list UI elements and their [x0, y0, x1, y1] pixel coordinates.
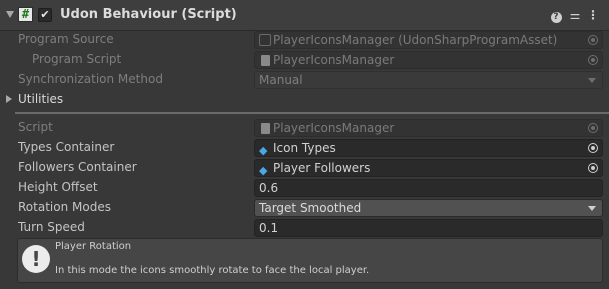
followers-container-label: Followers Container: [18, 160, 137, 174]
program-source-value: PlayerIconsManager (UdonSharpProgramAsse…: [273, 33, 558, 47]
object-picker-icon: [588, 55, 598, 65]
gameobject-cube-icon: ◆: [259, 164, 268, 177]
types-container-label: Types Container: [18, 140, 115, 154]
utilities-foldout[interactable]: Utilities: [0, 90, 609, 110]
utilities-label[interactable]: Utilities: [18, 92, 63, 106]
script-field: PlayerIconsManager: [254, 119, 603, 137]
height-offset-label: Height Offset: [18, 180, 98, 194]
turn-speed-value: 0.1: [259, 221, 279, 235]
turn-speed-input[interactable]: 0.1: [254, 219, 603, 237]
object-picker-icon: [588, 35, 598, 45]
info-icon: !: [22, 245, 50, 273]
script-value: PlayerIconsManager: [273, 121, 395, 135]
height-offset-row: Height Offset 0.6: [0, 178, 609, 198]
sync-method-dropdown: Manual: [254, 71, 603, 89]
component-header: # ✔ Udon Behaviour (Script) ? ⚌ ⋮: [0, 0, 609, 31]
sync-method-label: Synchronization Method: [18, 72, 163, 86]
settings-icon[interactable]: ⚌: [568, 7, 582, 23]
turn-speed-row: Turn Speed 0.1: [0, 218, 609, 238]
foldout-right-arrow-icon[interactable]: [6, 95, 12, 103]
help-box-title: Player Rotation: [55, 241, 132, 252]
rotation-modes-row: Rotation Modes Target Smoothed: [0, 198, 609, 218]
followers-container-field[interactable]: ◆ Player Followers: [254, 159, 603, 177]
object-picker-icon[interactable]: [588, 143, 598, 153]
types-container-value: Icon Types: [273, 141, 336, 155]
enabled-checkbox[interactable]: ✔: [38, 8, 52, 22]
rotation-modes-value: Target Smoothed: [259, 201, 362, 215]
followers-container-value: Player Followers: [273, 161, 371, 175]
height-offset-value: 0.6: [259, 181, 279, 195]
help-box-body: In this mode the icons smoothly rotate t…: [55, 265, 370, 276]
object-picker-icon[interactable]: [588, 163, 598, 173]
rotation-modes-dropdown[interactable]: Target Smoothed: [254, 199, 603, 217]
gameobject-cube-icon: ◆: [259, 144, 268, 157]
program-script-field: PlayerIconsManager: [254, 51, 603, 69]
help-icon[interactable]: ?: [549, 7, 563, 23]
script-file-icon: [261, 123, 270, 134]
program-script-label: Program Script: [32, 52, 122, 66]
more-icon[interactable]: ⋮: [586, 7, 600, 23]
followers-container-row: Followers Container ◆ Player Followers: [0, 158, 609, 178]
script-icon: #: [18, 7, 33, 22]
program-script-value: PlayerIconsManager: [273, 53, 395, 67]
types-container-field[interactable]: ◆ Icon Types: [254, 139, 603, 157]
turn-speed-label: Turn Speed: [18, 220, 85, 234]
chevron-down-icon[interactable]: [588, 206, 596, 211]
rotation-modes-label: Rotation Modes: [18, 200, 111, 214]
sync-method-row: Synchronization Method Manual: [0, 70, 609, 90]
height-offset-input[interactable]: 0.6: [254, 179, 603, 197]
program-asset-icon: [259, 34, 271, 46]
section-divider: [15, 112, 609, 114]
chevron-down-icon: [588, 78, 596, 83]
foldout-arrow-icon[interactable]: [6, 11, 14, 18]
script-label: Script: [18, 120, 53, 134]
help-box: ! Player Rotation In this mode the icons…: [17, 238, 603, 283]
program-source-label: Program Source: [18, 32, 114, 46]
sync-method-value: Manual: [259, 73, 303, 87]
object-picker-icon: [588, 123, 598, 133]
component-title: Udon Behaviour (Script): [60, 7, 237, 22]
program-source-field: PlayerIconsManager (UdonSharpProgramAsse…: [254, 31, 603, 49]
program-source-row: Program Source PlayerIconsManager (UdonS…: [0, 30, 609, 50]
program-script-row: Program Script PlayerIconsManager: [0, 50, 609, 70]
script-row: Script PlayerIconsManager: [0, 118, 609, 138]
script-file-icon: [261, 55, 270, 66]
types-container-row: Types Container ◆ Icon Types: [0, 138, 609, 158]
